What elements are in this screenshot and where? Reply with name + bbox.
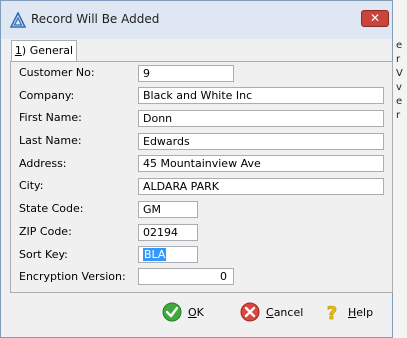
- state-code-label: State Code:: [19, 202, 84, 215]
- zip-code-label: ZIP Code:: [19, 225, 72, 238]
- background-text: e: [396, 40, 403, 51]
- encryption-version-label: Encryption Version:: [19, 270, 126, 283]
- address-label: Address:: [19, 157, 67, 170]
- title-bar[interactable]: Record Will Be Added ✕: [1, 1, 392, 39]
- customer-no-field[interactable]: 9: [138, 65, 234, 82]
- last-name-field[interactable]: Edwards: [138, 133, 384, 150]
- sort-key-label: Sort Key:: [19, 248, 68, 261]
- state-code-field[interactable]: GM: [138, 201, 198, 218]
- last-name-label: Last Name:: [19, 134, 82, 147]
- help-label-rest: elp: [356, 305, 374, 319]
- cancel-label-rest: ancel: [273, 305, 304, 319]
- background-text: v: [396, 82, 402, 93]
- sort-key-selected-text: BLA: [143, 248, 167, 261]
- sort-key-field[interactable]: BLA: [138, 246, 198, 263]
- help-button[interactable]: ? Help: [322, 300, 373, 324]
- address-field[interactable]: 45 Mountainview Ave: [138, 155, 384, 172]
- app-logo-icon: [10, 12, 26, 28]
- help-icon: ?: [326, 303, 337, 322]
- svg-text:?: ?: [327, 303, 337, 322]
- cancel-accel: C: [266, 305, 274, 319]
- first-name-label: First Name:: [19, 111, 82, 124]
- background-text: V: [396, 68, 403, 79]
- zip-code-field[interactable]: 02194: [138, 224, 198, 241]
- tab-accel: 1: [14, 44, 22, 57]
- background-text: r: [396, 54, 401, 65]
- background-text: e: [396, 96, 403, 107]
- background-text: r: [396, 110, 401, 121]
- cancel-icon: [240, 302, 260, 322]
- ok-button[interactable]: OK: [162, 300, 204, 324]
- window-title: Record Will Be Added: [31, 12, 160, 26]
- company-field[interactable]: Black and White Inc: [138, 87, 384, 104]
- tab-general-rest: ) General: [21, 44, 74, 57]
- encryption-version-field[interactable]: 0: [138, 268, 234, 285]
- first-name-field[interactable]: Donn: [138, 110, 384, 127]
- background-window: e r V v e r: [393, 0, 407, 338]
- company-label: Company:: [19, 89, 75, 102]
- customer-no-label: Customer No:: [19, 66, 95, 79]
- close-button[interactable]: ✕: [361, 10, 389, 27]
- city-label: City:: [19, 179, 44, 192]
- check-icon: [162, 302, 182, 322]
- cancel-button[interactable]: Cancel: [240, 300, 303, 324]
- ok-label-rest: K: [196, 305, 204, 319]
- ok-accel: O: [188, 305, 197, 319]
- tab-general[interactable]: 1) General: [11, 40, 77, 62]
- city-field[interactable]: ALDARA PARK: [138, 178, 384, 195]
